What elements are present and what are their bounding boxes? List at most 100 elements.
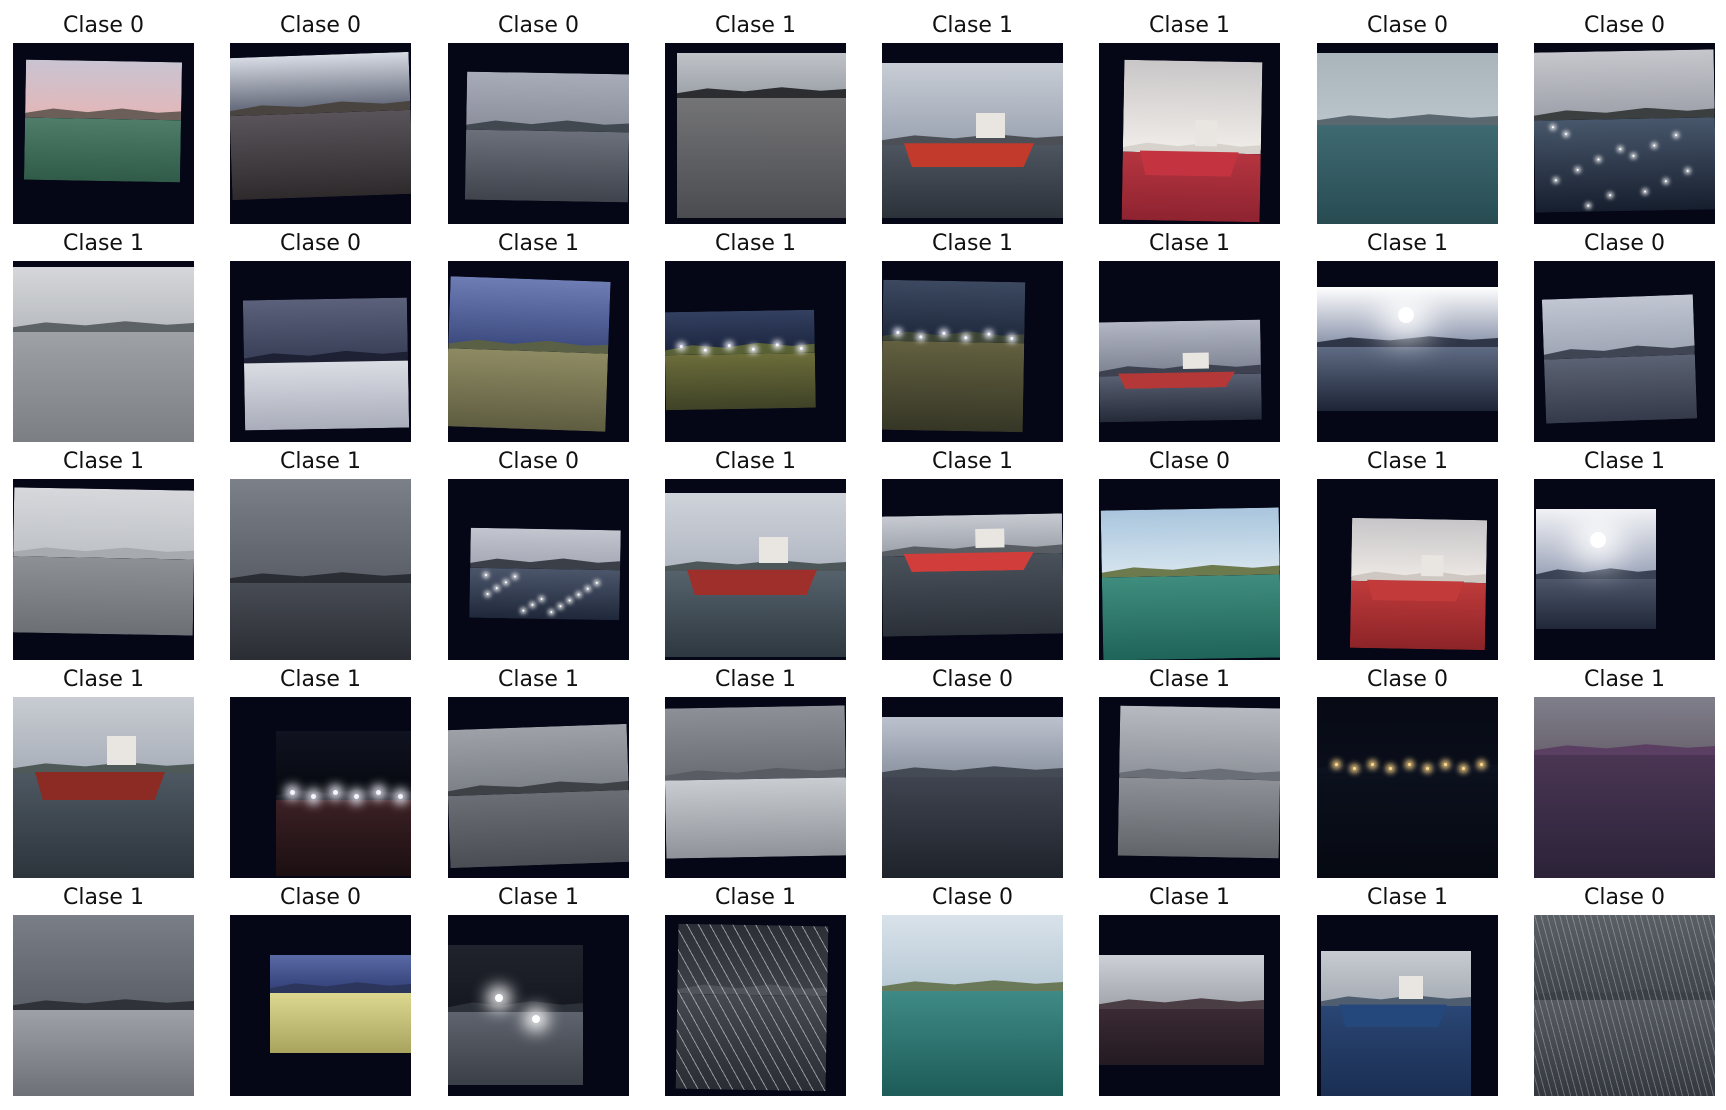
photo-content bbox=[448, 276, 611, 432]
cell-class-label: Clase 1 bbox=[1584, 667, 1665, 692]
image-thumbnail bbox=[882, 479, 1063, 660]
image-thumbnail bbox=[665, 261, 846, 442]
grid-cell: Clase 1 bbox=[230, 660, 411, 878]
grid-cell: Clase 1 bbox=[665, 442, 846, 660]
photo-content bbox=[882, 279, 1026, 433]
image-thumbnail bbox=[665, 697, 846, 878]
photo-content bbox=[23, 59, 183, 183]
photo-content bbox=[665, 705, 846, 859]
cell-class-label: Clase 1 bbox=[1584, 449, 1665, 474]
photo-content bbox=[665, 493, 846, 657]
image-thumbnail bbox=[230, 479, 411, 660]
photo-content bbox=[13, 267, 194, 442]
photo-content bbox=[1317, 287, 1498, 411]
photo-content bbox=[1534, 915, 1715, 1096]
cell-class-label: Clase 0 bbox=[498, 13, 579, 38]
image-thumbnail bbox=[448, 697, 629, 878]
grid-cell: Clase 0 bbox=[448, 442, 629, 660]
cell-class-label: Clase 1 bbox=[498, 885, 579, 910]
grid-cell: Clase 1 bbox=[448, 878, 629, 1096]
cell-class-label: Clase 1 bbox=[1367, 449, 1448, 474]
photo-content bbox=[882, 63, 1063, 218]
image-thumbnail bbox=[230, 697, 411, 878]
grid-cell: Clase 1 bbox=[882, 224, 1063, 442]
grid-cell: Clase 1 bbox=[1317, 442, 1498, 660]
image-thumbnail bbox=[448, 261, 629, 442]
photo-content bbox=[1317, 53, 1498, 224]
image-thumbnail bbox=[448, 479, 629, 660]
grid-cell: Clase 0 bbox=[230, 6, 411, 224]
image-thumbnail bbox=[665, 43, 846, 224]
photo-content bbox=[242, 297, 410, 431]
photo-content bbox=[448, 723, 629, 869]
photo-content bbox=[1099, 319, 1262, 423]
cell-class-label: Clase 1 bbox=[498, 231, 579, 256]
cell-class-label: Clase 0 bbox=[280, 885, 361, 910]
grid-cell: Clase 1 bbox=[230, 442, 411, 660]
grid-cell: Clase 1 bbox=[665, 224, 846, 442]
grid-cell: Clase 1 bbox=[1317, 878, 1498, 1096]
cell-class-label: Clase 0 bbox=[932, 885, 1013, 910]
photo-content bbox=[230, 479, 411, 660]
photo-content bbox=[13, 697, 194, 878]
cell-class-label: Clase 0 bbox=[280, 13, 361, 38]
photo-content bbox=[882, 513, 1063, 637]
cell-class-label: Clase 1 bbox=[498, 667, 579, 692]
grid-cell: Clase 0 bbox=[882, 660, 1063, 878]
grid-cell: Clase 0 bbox=[1099, 442, 1280, 660]
image-thumbnail bbox=[1534, 697, 1715, 878]
cell-class-label: Clase 1 bbox=[715, 885, 796, 910]
cell-class-label: Clase 1 bbox=[1149, 667, 1230, 692]
image-thumbnail bbox=[1317, 261, 1498, 442]
grid-cell: Clase 0 bbox=[1534, 878, 1715, 1096]
cell-class-label: Clase 1 bbox=[932, 13, 1013, 38]
photo-content bbox=[1534, 49, 1715, 213]
cell-class-label: Clase 0 bbox=[932, 667, 1013, 692]
grid-cell: Clase 1 bbox=[13, 878, 194, 1096]
photo-content bbox=[677, 53, 846, 218]
grid-cell: Clase 1 bbox=[1534, 442, 1715, 660]
grid-cell: Clase 1 bbox=[1534, 660, 1715, 878]
cell-class-label: Clase 1 bbox=[1149, 231, 1230, 256]
cell-class-label: Clase 1 bbox=[63, 231, 144, 256]
cell-class-label: Clase 1 bbox=[63, 449, 144, 474]
grid-cell: Clase 0 bbox=[1317, 6, 1498, 224]
cell-class-label: Clase 1 bbox=[63, 885, 144, 910]
grid-cell: Clase 1 bbox=[448, 660, 629, 878]
grid-cell: Clase 1 bbox=[665, 6, 846, 224]
image-thumbnail bbox=[13, 261, 194, 442]
image-thumbnail bbox=[13, 915, 194, 1096]
photo-content bbox=[1099, 955, 1264, 1065]
grid-cell: Clase 1 bbox=[1317, 224, 1498, 442]
photo-content bbox=[1541, 294, 1698, 424]
grid-cell: Clase 1 bbox=[882, 442, 1063, 660]
cell-class-label: Clase 1 bbox=[715, 13, 796, 38]
image-thumbnail bbox=[13, 43, 194, 224]
cell-class-label: Clase 0 bbox=[1367, 667, 1448, 692]
grid-cell: Clase 0 bbox=[1317, 660, 1498, 878]
photo-content bbox=[13, 487, 194, 636]
cell-class-label: Clase 1 bbox=[1149, 13, 1230, 38]
photo-content bbox=[270, 955, 411, 1053]
photo-content bbox=[230, 51, 411, 201]
image-thumbnail bbox=[230, 915, 411, 1096]
image-thumbnail bbox=[13, 697, 194, 878]
image-thumbnail bbox=[1317, 697, 1498, 878]
cell-class-label: Clase 0 bbox=[63, 13, 144, 38]
grid-cell: Clase 0 bbox=[1534, 6, 1715, 224]
image-thumbnail bbox=[1317, 479, 1498, 660]
grid-cell: Clase 1 bbox=[13, 224, 194, 442]
grid-cell: Clase 1 bbox=[13, 660, 194, 878]
image-thumbnail bbox=[13, 479, 194, 660]
cell-class-label: Clase 0 bbox=[1584, 231, 1665, 256]
grid-cell: Clase 1 bbox=[665, 878, 846, 1096]
image-thumbnail bbox=[1534, 261, 1715, 442]
grid-cell: Clase 0 bbox=[13, 6, 194, 224]
image-thumbnail bbox=[1099, 261, 1280, 442]
grid-cell: Clase 1 bbox=[1099, 660, 1280, 878]
image-thumbnail bbox=[1534, 915, 1715, 1096]
grid-cell: Clase 1 bbox=[13, 442, 194, 660]
cell-class-label: Clase 1 bbox=[932, 449, 1013, 474]
photo-content bbox=[1349, 517, 1488, 651]
cell-class-label: Clase 1 bbox=[715, 667, 796, 692]
